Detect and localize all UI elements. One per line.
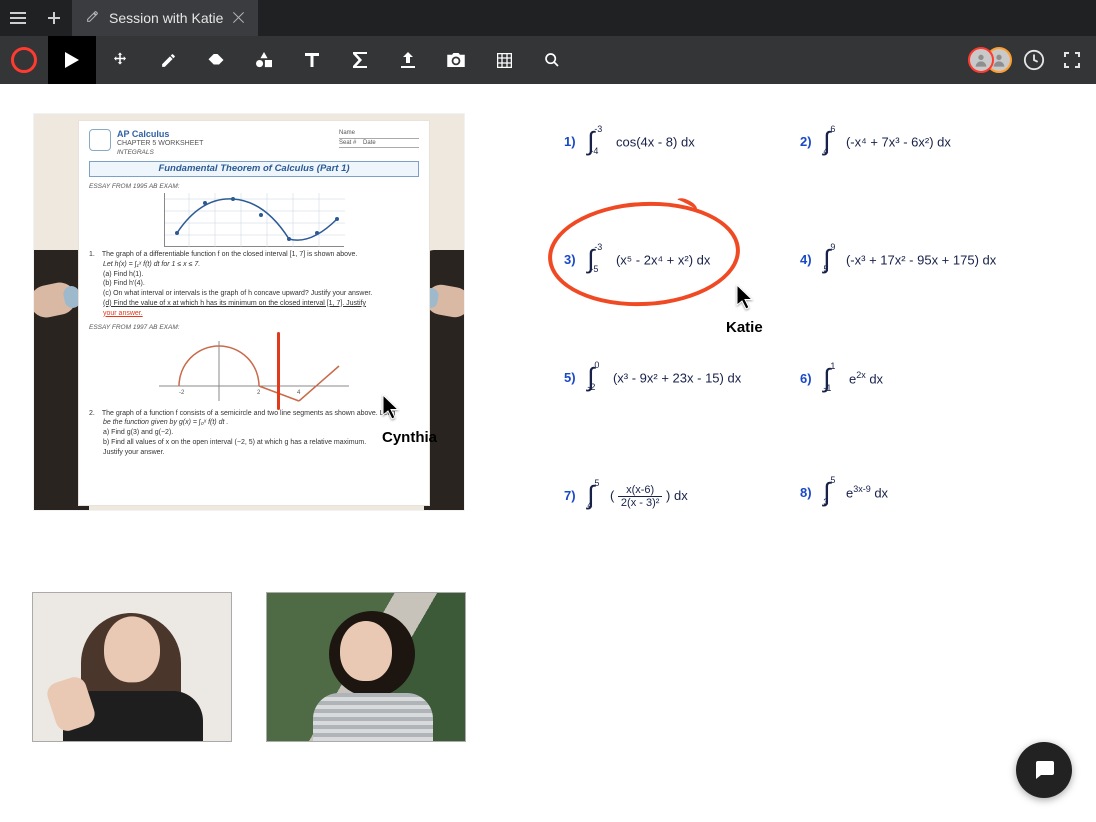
close-tab-icon[interactable] — [233, 10, 244, 26]
equation-8[interactable]: 8) ∫53 e3x-9 dx — [800, 484, 888, 503]
worksheet-chart-1 — [164, 193, 344, 247]
edit-icon — [86, 10, 99, 26]
avatar-1[interactable] — [968, 47, 994, 73]
video-thumbnail-1[interactable] — [32, 592, 232, 742]
worksheet-subject: INTEGRALS — [117, 149, 203, 157]
cursor-katie-label: Katie — [726, 319, 763, 336]
equation-4[interactable]: 4) ∫95 (-x³ + 17x² - 95x + 175) dx — [800, 252, 996, 270]
pencil-tool[interactable] — [144, 36, 192, 84]
titlebar: Session with Katie — [0, 0, 1096, 36]
cursor-katie: Katie — [736, 284, 763, 336]
fullscreen-icon[interactable] — [1056, 44, 1088, 76]
shapes-tool[interactable] — [240, 36, 288, 84]
hamburger-icon[interactable] — [0, 0, 36, 36]
worksheet-logo-icon — [89, 129, 111, 151]
toolbar — [0, 36, 1096, 84]
toolbar-right — [968, 36, 1096, 84]
whiteboard-canvas[interactable]: AP Calculus CHAPTER 5 WORKSHEET INTEGRAL… — [0, 84, 1096, 822]
history-icon[interactable] — [1018, 44, 1050, 76]
eraser-tool[interactable] — [192, 36, 240, 84]
move-tool[interactable] — [96, 36, 144, 84]
record-button[interactable] — [0, 36, 48, 84]
new-tab-button[interactable] — [36, 0, 72, 36]
worksheet-title: Fundamental Theorem of Calculus (Part 1) — [89, 161, 419, 177]
play-button[interactable] — [48, 36, 96, 84]
equation-7[interactable]: 7) ∫54 ( x(x-6)2(x - 3)² ) dx — [564, 484, 688, 509]
equation-1[interactable]: 1) ∫-3-4 cos(4x - 8) dx — [564, 134, 695, 152]
worksheet-chart-2: -2 2 4 — [149, 336, 359, 406]
worksheet-course: AP Calculus — [117, 129, 203, 140]
equation-5[interactable]: 5) ∫0-2 (x³ - 9x² + 23x - 15) dx — [564, 370, 741, 388]
search-tool[interactable] — [528, 36, 576, 84]
session-tab[interactable]: Session with Katie — [72, 0, 258, 36]
svg-text:2: 2 — [257, 390, 261, 396]
sigma-tool[interactable] — [336, 36, 384, 84]
grid-tool[interactable] — [480, 36, 528, 84]
circle-annotation — [545, 197, 742, 311]
text-tool[interactable] — [288, 36, 336, 84]
worksheet-paper: AP Calculus CHAPTER 5 WORKSHEET INTEGRAL… — [78, 120, 430, 506]
worksheet-q1d: (d) Find the value of x at which h has i… — [103, 300, 419, 309]
worksheet-name-field: Name — [339, 130, 419, 139]
camera-tool[interactable] — [432, 36, 480, 84]
upload-tool[interactable] — [384, 36, 432, 84]
worksheet-q1: 1. The graph of a differentiable functio… — [89, 251, 419, 260]
equation-6[interactable]: 6) ∫1-1 e2x dx — [800, 370, 883, 389]
cursor-cynthia-label: Cynthia — [382, 429, 437, 446]
worksheet-section-2: ESSAY FROM 1997 AB EXAM: — [89, 324, 419, 332]
tab-title: Session with Katie — [109, 10, 223, 26]
worksheet-photo[interactable]: AP Calculus CHAPTER 5 WORKSHEET INTEGRAL… — [34, 114, 464, 510]
equation-2[interactable]: 2) ∫64 (-x⁴ + 7x³ - 6x²) dx — [800, 134, 951, 152]
svg-text:-2: -2 — [179, 390, 185, 396]
red-annotation-line — [277, 332, 280, 410]
worksheet-chapter: CHAPTER 5 WORKSHEET — [117, 140, 203, 149]
cursor-cynthia: Cynthia — [382, 394, 437, 446]
participant-avatars[interactable] — [968, 47, 1012, 73]
chat-button[interactable] — [1016, 742, 1072, 798]
video-thumbnail-2[interactable] — [266, 592, 466, 742]
svg-text:4: 4 — [297, 390, 301, 396]
